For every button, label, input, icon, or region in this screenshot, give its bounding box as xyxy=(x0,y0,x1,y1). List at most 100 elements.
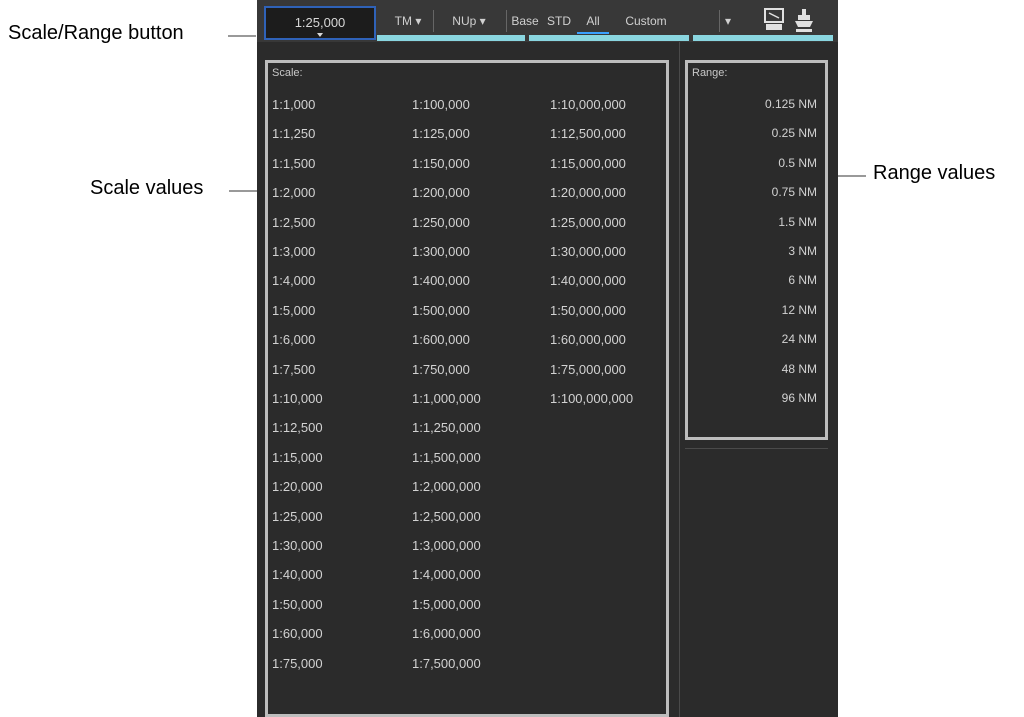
chevron-down-icon: ▾ xyxy=(724,14,732,28)
ship-glyph xyxy=(795,9,813,32)
scale-option[interactable]: 1:100,000,000 xyxy=(550,391,633,406)
scale-option[interactable]: 1:40,000,000 xyxy=(550,273,626,288)
leader-line-scale-values xyxy=(229,190,257,192)
scale-option[interactable]: 1:50,000 xyxy=(272,597,323,612)
scale-option[interactable]: 1:500,000 xyxy=(412,303,470,318)
range-values-panel: Range: 0.125 NM 0.25 NM 0.5 NM 0.75 NM 1.5 N… xyxy=(685,60,828,440)
scale-option[interactable]: 1:15,000,000 xyxy=(550,156,626,171)
scale-option[interactable]: 1:7,500 xyxy=(272,362,315,377)
scale-option[interactable]: 1:1,250,000 xyxy=(412,420,481,435)
scale-option[interactable]: 1:2,500,000 xyxy=(412,509,481,524)
scale-option[interactable]: 1:3,000,000 xyxy=(412,538,481,553)
scale-option[interactable]: 1:1,250 xyxy=(272,126,315,141)
scale-option[interactable]: 1:3,000 xyxy=(272,244,315,259)
scale-option[interactable]: 1:25,000 xyxy=(272,509,323,524)
scale-option[interactable]: 1:1,500 xyxy=(272,156,315,171)
scale-option[interactable]: 1:2,500 xyxy=(272,215,315,230)
ecdis-screen: 1:25,000 TM ▾ NUp ▾ Base STD All Custom … xyxy=(257,0,838,717)
scale-option[interactable]: 1:1,000 xyxy=(272,97,315,112)
orientation-label: NUp xyxy=(452,14,477,28)
range-option[interactable]: 6 NM xyxy=(788,273,817,287)
toolbar-status-strip xyxy=(377,35,525,41)
range-panel-title: Range: xyxy=(692,67,728,79)
scale-range-value: 1:25,000 xyxy=(294,15,346,30)
scale-option[interactable]: 1:30,000,000 xyxy=(550,244,626,259)
scale-option[interactable]: 1:600,000 xyxy=(412,332,470,347)
scale-option[interactable]: 1:6,000 xyxy=(272,332,315,347)
range-option[interactable]: 3 NM xyxy=(788,244,817,258)
scale-option[interactable]: 1:60,000 xyxy=(272,626,323,641)
range-option[interactable]: 48 NM xyxy=(782,362,817,376)
scale-option[interactable]: 1:6,000,000 xyxy=(412,626,481,641)
scale-option[interactable]: 1:100,000 xyxy=(412,97,470,112)
range-option[interactable]: 0.125 NM xyxy=(765,97,817,111)
chart-scale-icon[interactable] xyxy=(761,7,787,36)
scale-option[interactable]: 1:40,000 xyxy=(272,567,323,582)
scale-option[interactable]: 1:7,500,000 xyxy=(412,656,481,671)
scale-option[interactable]: 1:10,000,000 xyxy=(550,97,626,112)
scale-option[interactable]: 1:12,500,000 xyxy=(550,126,626,141)
callout-range-values: Range values xyxy=(873,162,996,184)
scale-option[interactable]: 1:4,000,000 xyxy=(412,567,481,582)
scale-option[interactable]: 1:15,000 xyxy=(272,450,323,465)
range-option[interactable]: 24 NM xyxy=(782,332,817,346)
chevron-down-icon: ▾ xyxy=(479,14,486,28)
scale-option[interactable]: 1:20,000 xyxy=(272,479,323,494)
leader-line-scale-range-button xyxy=(228,35,256,37)
display-custom-dropdown[interactable]: ▾ xyxy=(721,10,735,32)
scale-option[interactable]: 1:2,000,000 xyxy=(412,479,481,494)
range-option[interactable]: 12 NM xyxy=(782,303,817,317)
scale-option[interactable]: 1:5,000 xyxy=(272,303,315,318)
separator xyxy=(433,10,434,32)
scale-option[interactable]: 1:20,000,000 xyxy=(550,185,626,200)
display-all-active-indicator xyxy=(577,32,609,34)
scale-option[interactable]: 1:125,000 xyxy=(412,126,470,141)
caret-down-icon xyxy=(317,33,323,37)
range-option[interactable]: 0.25 NM xyxy=(772,126,817,140)
leader-line-range-values xyxy=(838,175,866,177)
orientation-dropdown[interactable]: NUp ▾ xyxy=(437,10,501,32)
panel-divider xyxy=(679,42,680,717)
ship-icon[interactable] xyxy=(791,7,817,36)
scale-option[interactable]: 1:75,000 xyxy=(272,656,323,671)
callout-scale-values: Scale values xyxy=(90,177,204,199)
scale-option[interactable]: 1:75,000,000 xyxy=(550,362,626,377)
motion-mode-dropdown[interactable]: TM ▾ xyxy=(385,10,431,32)
scale-option[interactable]: 1:400,000 xyxy=(412,273,470,288)
scale-option[interactable]: 1:30,000 xyxy=(272,538,323,553)
scale-option[interactable]: 1:250,000 xyxy=(412,215,470,230)
scale-option[interactable]: 1:150,000 xyxy=(412,156,470,171)
range-option[interactable]: 96 NM xyxy=(782,391,817,405)
callout-scale-range-button: Scale/Range button xyxy=(8,22,184,44)
motion-mode-label: TM xyxy=(394,14,412,28)
display-all-button[interactable]: All xyxy=(577,10,609,32)
scale-option[interactable]: 1:1,500,000 xyxy=(412,450,481,465)
scale-option[interactable]: 1:300,000 xyxy=(412,244,470,259)
scale-option[interactable]: 1:60,000,000 xyxy=(550,332,626,347)
scale-option[interactable]: 1:750,000 xyxy=(412,362,470,377)
scale-option[interactable]: 1:10,000 xyxy=(272,391,323,406)
chart-scale-glyph xyxy=(764,8,784,30)
scale-values-panel: Scale: 1:1,000 1:1,250 1:1,500 1:2,000 1:2,5… xyxy=(265,60,669,717)
display-std-button[interactable]: STD xyxy=(543,10,575,32)
toolbar-status-strip xyxy=(693,35,833,41)
display-base-button[interactable]: Base xyxy=(509,10,541,32)
scale-range-button[interactable]: 1:25,000 xyxy=(264,6,376,40)
chevron-down-icon: ▾ xyxy=(415,14,422,28)
range-option[interactable]: 0.5 NM xyxy=(778,156,817,170)
toolbar-status-strip xyxy=(529,35,689,41)
scale-option[interactable]: 1:12,500 xyxy=(272,420,323,435)
scale-option[interactable]: 1:200,000 xyxy=(412,185,470,200)
scale-option[interactable]: 1:50,000,000 xyxy=(550,303,626,318)
display-custom-button[interactable]: Custom xyxy=(613,10,679,32)
range-option[interactable]: 0.75 NM xyxy=(772,185,817,199)
range-option[interactable]: 1.5 NM xyxy=(778,215,817,229)
separator xyxy=(506,10,507,32)
divider xyxy=(685,448,828,449)
scale-option[interactable]: 1:1,000,000 xyxy=(412,391,481,406)
scale-option[interactable]: 1:4,000 xyxy=(272,273,315,288)
scale-option[interactable]: 1:25,000,000 xyxy=(550,215,626,230)
scale-option[interactable]: 1:5,000,000 xyxy=(412,597,481,612)
scale-option[interactable]: 1:2,000 xyxy=(272,185,315,200)
scale-panel-title: Scale: xyxy=(272,67,303,79)
